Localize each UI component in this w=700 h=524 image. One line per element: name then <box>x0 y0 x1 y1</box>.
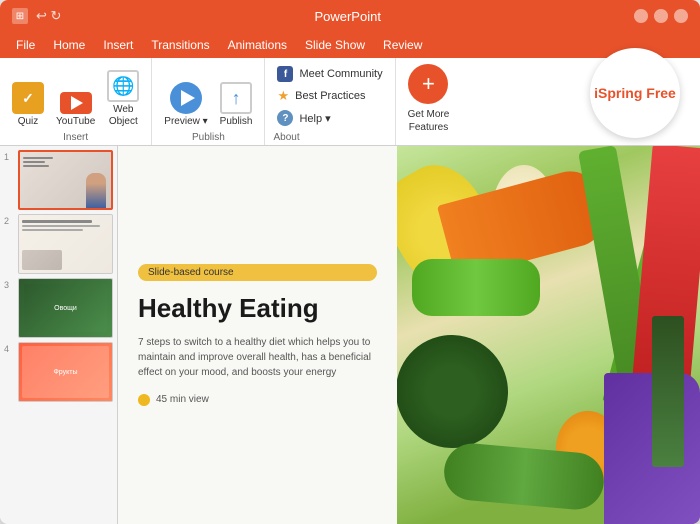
app-window: ⊞ ↩ ↻ PowerPoint — □ ✕ File Home Insert … <box>0 0 700 524</box>
veggie-spinach <box>380 319 524 464</box>
quiz-button[interactable]: ✓ Quiz <box>8 78 48 130</box>
preview-label: Preview ▾ <box>164 116 207 128</box>
window-title: PowerPoint <box>61 9 634 24</box>
maximize-button[interactable]: □ <box>654 9 668 23</box>
best-practices-label: Best Practices <box>295 90 365 102</box>
menu-transitions[interactable]: Transitions <box>143 36 217 54</box>
undo-redo: ↩ ↻ <box>36 8 61 24</box>
get-more-label: Get MoreFeatures <box>408 108 450 134</box>
veggie-peas <box>412 259 540 316</box>
publish-items: Preview ▾ ↑ Publish <box>160 64 256 130</box>
slide-thumb-2[interactable]: 2 <box>4 214 113 274</box>
slide-text-area: Slide-based course Healthy Eating 7 step… <box>118 146 397 524</box>
help-icon: ? <box>277 110 293 126</box>
meet-community-button[interactable]: f Meet Community <box>273 64 386 84</box>
get-more-icon: + <box>408 64 448 104</box>
slide-thumb-1[interactable]: 1 <box>4 150 113 210</box>
menu-slideshow[interactable]: Slide Show <box>297 36 373 54</box>
meet-community-label: Meet Community <box>299 68 382 80</box>
slide-preview-3: Овощи <box>18 278 113 338</box>
veggie-rosemary <box>652 316 684 467</box>
star-icon: ★ <box>277 88 289 104</box>
ribbon-group-get-more: + Get MoreFeatures <box>396 58 462 145</box>
menu-file[interactable]: File <box>8 36 43 54</box>
slide-preview-2 <box>18 214 113 274</box>
title-bar-left: ⊞ ↩ ↻ <box>12 8 61 24</box>
web-object-icon: 🌐 <box>107 70 139 102</box>
insert-items: ✓ Quiz YouTube 🌐 WebObj <box>8 64 143 130</box>
insert-group-label: Insert <box>63 132 88 143</box>
window-controls: — □ ✕ <box>634 9 688 23</box>
slide-content-area: Slide-based course Healthy Eating 7 step… <box>118 146 700 524</box>
slide-panel: 1 2 <box>0 146 118 524</box>
publish-icon: ↑ <box>220 82 252 114</box>
help-label: Help ▾ <box>299 112 330 125</box>
slide-num-1: 1 <box>4 152 14 162</box>
publish-group-label: Publish <box>192 132 225 143</box>
duration-icon <box>138 394 150 406</box>
ribbon: ✓ Quiz YouTube 🌐 WebObj <box>0 58 700 146</box>
slide-description: 7 steps to switch to a healthy diet whic… <box>138 335 377 380</box>
duration-text: 45 min view <box>156 394 209 405</box>
ribbon-group-about: f Meet Community ★ Best Practices ? Help… <box>265 58 395 145</box>
slide-thumb-4[interactable]: 4 Фрукты <box>4 342 113 402</box>
slide-num-4: 4 <box>4 344 14 354</box>
slide-title: Healthy Eating <box>138 293 377 324</box>
web-object-button[interactable]: 🌐 WebObject <box>103 66 143 130</box>
main-content: 1 2 <box>0 146 700 524</box>
slide-duration: 45 min view <box>138 394 377 406</box>
slide-num-3: 3 <box>4 280 14 290</box>
menu-animations[interactable]: Animations <box>220 36 295 54</box>
publish-label: Publish <box>220 116 253 128</box>
quiz-icon: ✓ <box>12 82 44 114</box>
course-badge: Slide-based course <box>138 264 377 281</box>
about-group-label: About <box>273 130 386 143</box>
menu-home[interactable]: Home <box>45 36 93 54</box>
web-object-label: WebObject <box>109 104 138 128</box>
close-button[interactable]: ✕ <box>674 9 688 23</box>
ispring-badge: iSpring Free <box>590 48 680 138</box>
publish-button[interactable]: ↑ Publish <box>216 78 257 130</box>
best-practices-button[interactable]: ★ Best Practices <box>273 86 386 106</box>
ribbon-group-insert: ✓ Quiz YouTube 🌐 WebObj <box>0 58 152 145</box>
menu-review[interactable]: Review <box>375 36 430 54</box>
preview-button[interactable]: Preview ▾ <box>160 78 211 130</box>
youtube-icon <box>60 92 92 114</box>
facebook-icon: f <box>277 66 293 82</box>
quiz-label: Quiz <box>18 116 39 128</box>
ribbon-group-publish: Preview ▾ ↑ Publish Publish <box>152 58 265 145</box>
app-icon: ⊞ <box>12 8 28 24</box>
veggie-image <box>380 146 700 524</box>
minimize-button[interactable]: — <box>634 9 648 23</box>
title-bar: ⊞ ↩ ↻ PowerPoint — □ ✕ <box>0 0 700 32</box>
slide-preview-4: Фрукты <box>18 342 113 402</box>
slide-preview-1 <box>18 150 113 210</box>
youtube-button[interactable]: YouTube <box>52 88 99 130</box>
menu-insert[interactable]: Insert <box>95 36 141 54</box>
slide-num-2: 2 <box>4 216 14 226</box>
youtube-label: YouTube <box>56 116 95 128</box>
ispring-label: iSpring Free <box>594 84 676 102</box>
slide-main: Slide-based course Healthy Eating 7 step… <box>118 146 700 524</box>
slide-thumb-3[interactable]: 3 Овощи <box>4 278 113 338</box>
menu-bar: File Home Insert Transitions Animations … <box>0 32 700 58</box>
preview-icon <box>170 82 202 114</box>
help-button[interactable]: ? Help ▾ <box>273 108 386 128</box>
